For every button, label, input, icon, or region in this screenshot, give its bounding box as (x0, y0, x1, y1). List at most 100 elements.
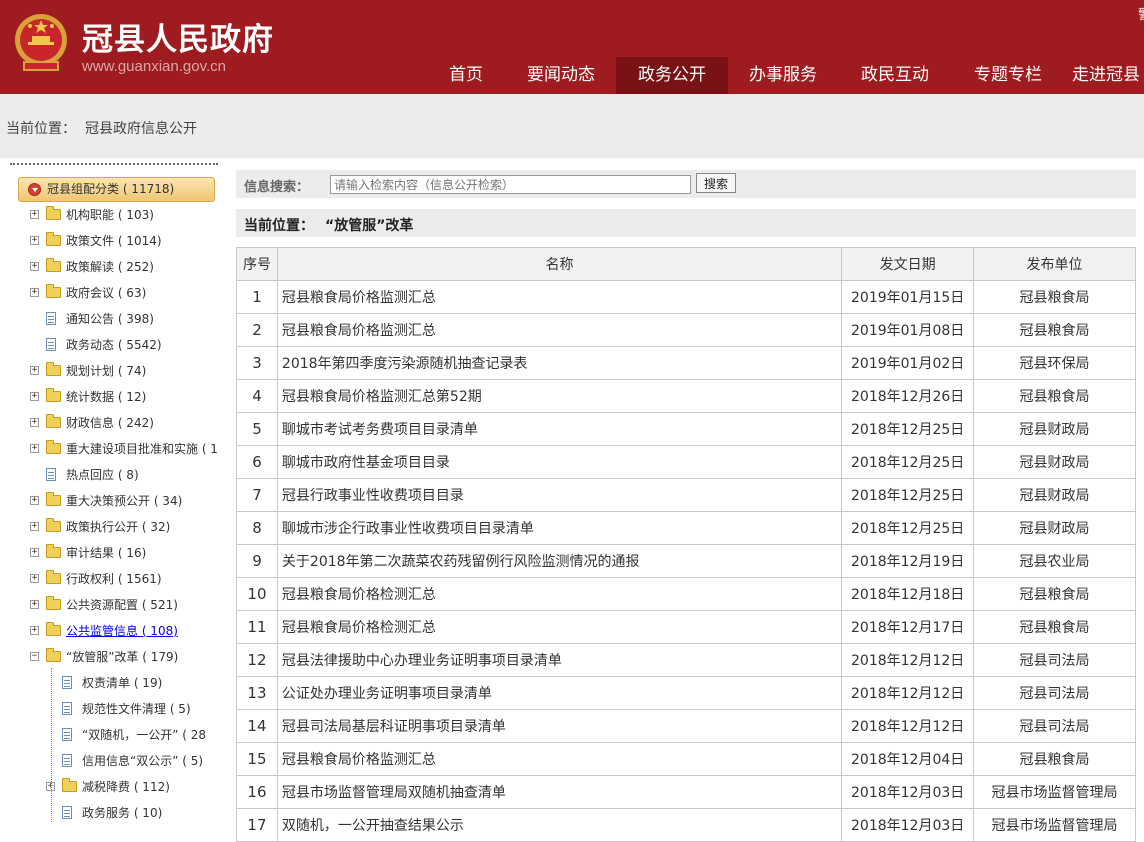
row-date: 2018年12月12日 (841, 643, 975, 677)
tree-item[interactable]: + 政策执行公开 ( 32) (10, 516, 226, 538)
tree-item[interactable]: + 重大建设项目批准和实施 ( 1 (10, 438, 226, 460)
tree-item[interactable]: + 减税降费 ( 112) (10, 776, 226, 798)
tree-item-label[interactable]: 公共监管信息 ( 108) (66, 620, 178, 642)
tree-item[interactable]: + 审计结果 ( 16) (10, 542, 226, 564)
nav-gov-affairs[interactable]: 政务公开 (616, 57, 728, 94)
tree-item-label[interactable]: 政策执行公开 ( 32) (66, 516, 170, 538)
expand-icon[interactable]: + (30, 574, 39, 583)
tree-item[interactable]: + 财政信息 ( 242) (10, 412, 226, 434)
tree-item-label[interactable]: 信用信息“双公示” ( 5) (82, 750, 203, 772)
expand-icon[interactable]: + (30, 444, 39, 453)
tree-item-label[interactable]: “放管服”改革 ( 179) (66, 646, 178, 668)
expand-icon[interactable]: + (30, 392, 39, 401)
row-title-link[interactable]: 冠县司法局基层科证明事项目录清单 (276, 709, 843, 743)
row-title-link[interactable]: 聊城市涉企行政事业性收费项目目录清单 (276, 511, 843, 545)
current-location-bar: 当前位置： “放管服”改革 (236, 209, 1136, 237)
tree-item[interactable]: + 公共资源配置 ( 521) (10, 594, 226, 616)
row-title-link[interactable]: 聊城市考试考务费项目目录清单 (276, 412, 843, 446)
expand-icon[interactable]: + (30, 548, 39, 557)
tree-item-label[interactable]: 规范性文件清理 ( 5) (82, 698, 191, 720)
tree-item[interactable]: “双随机，一公开” ( 28 (10, 724, 226, 746)
tree-item-label[interactable]: 统计数据 ( 12) (66, 386, 146, 408)
tree-item[interactable]: 通知公告 ( 398) (10, 308, 226, 330)
expand-icon[interactable]: + (30, 522, 39, 531)
tree-item[interactable]: + 政府会议 ( 63) (10, 282, 226, 304)
tree-item-label[interactable]: 减税降费 ( 112) (82, 776, 170, 798)
nav-home[interactable]: 首页 (426, 57, 506, 94)
expand-icon[interactable]: + (30, 288, 39, 297)
nav-topics[interactable]: 专题专栏 (952, 57, 1064, 94)
tree-item[interactable]: + 规划计划 ( 74) (10, 360, 226, 382)
row-title-link[interactable]: 聊城市政府性基金项目目录 (276, 445, 843, 479)
tree-item[interactable]: 信用信息“双公示” ( 5) (10, 750, 226, 772)
tree-item-label[interactable]: 规划计划 ( 74) (66, 360, 146, 382)
row-number: 5 (236, 412, 278, 446)
tree-item[interactable]: + 统计数据 ( 12) (10, 386, 226, 408)
tree-item-label[interactable]: 政策解读 ( 252) (66, 256, 154, 278)
corner-text[interactable]: 警 (1138, 4, 1144, 23)
tree-item[interactable]: + 公共监管信息 ( 108) (10, 620, 226, 642)
tree-item-label[interactable]: 政务服务 ( 10) (82, 802, 162, 823)
site-title[interactable]: 冠县人民政府 (82, 14, 274, 59)
expand-icon[interactable]: + (30, 210, 39, 219)
tree-item[interactable]: − “放管服”改革 ( 179) (10, 646, 226, 668)
search-button[interactable]: 搜索 (696, 173, 736, 193)
column-header-name: 名称 (276, 247, 843, 281)
row-title-link[interactable]: 双随机，一公开抽查结果公示 (276, 808, 843, 842)
tree-item-label[interactable]: 财政信息 ( 242) (66, 412, 154, 434)
tree-item-label[interactable]: 审计结果 ( 16) (66, 542, 146, 564)
expand-icon[interactable]: + (30, 626, 39, 635)
search-input[interactable] (330, 175, 691, 194)
row-title-link[interactable]: 公证处办理业务证明事项目录清单 (276, 676, 843, 710)
tree-item-label[interactable]: 政策文件 ( 1014) (66, 230, 162, 252)
nav-news[interactable]: 要闻动态 (506, 57, 616, 94)
row-title-link[interactable]: 冠县粮食局价格监测汇总 (276, 280, 843, 314)
tree-item[interactable]: 热点回应 ( 8) (10, 464, 226, 486)
row-title-link[interactable]: 冠县市场监督管理局双随机抽查清单 (276, 775, 843, 809)
tree-item[interactable]: 权责清单 ( 19) (10, 672, 226, 694)
tree-item[interactable]: + 行政权利 ( 1561) (10, 568, 226, 590)
row-title-link[interactable]: 冠县粮食局价格监测汇总 (276, 742, 843, 776)
row-title-link[interactable]: 关于2018年第二次蔬菜农药残留例行风险监测情况的通报 (276, 544, 843, 578)
tree-item[interactable]: 政务服务 ( 10) (10, 802, 226, 823)
expand-icon[interactable]: + (30, 496, 39, 505)
expand-icon[interactable]: + (30, 236, 39, 245)
nav-about[interactable]: 走进冠县 (1064, 57, 1144, 94)
tree-item[interactable]: 政务动态 ( 5542) (10, 334, 226, 356)
tree-item[interactable]: + 机构职能 ( 103) (10, 204, 226, 226)
table-row: 16 冠县市场监督管理局双随机抽查清单 2018年12月03日 冠县市场监督管理局 (236, 775, 1136, 809)
site-url: www.guanxian.gov.cn (82, 58, 226, 75)
tree-item-label[interactable]: 权责清单 ( 19) (82, 672, 162, 694)
tree-root[interactable]: 冠县组配分类 ( 11718) (18, 177, 215, 202)
tree-item-label[interactable]: 重大决策预公开 ( 34) (66, 490, 182, 512)
expand-icon[interactable]: + (30, 600, 39, 609)
collapse-icon[interactable]: − (30, 652, 39, 661)
breadcrumb-link[interactable]: 冠县政府信息公开 (85, 118, 197, 138)
tree-item-label[interactable]: 行政权利 ( 1561) (66, 568, 162, 590)
tree-item-label[interactable]: 热点回应 ( 8) (66, 464, 139, 486)
expand-icon[interactable]: + (30, 418, 39, 427)
row-title-link[interactable]: 冠县粮食局价格监测汇总 (276, 313, 843, 347)
tree-item-label[interactable]: 政务动态 ( 5542) (66, 334, 162, 356)
expand-icon[interactable]: + (30, 366, 39, 375)
tree-item[interactable]: 规范性文件清理 ( 5) (10, 698, 226, 720)
row-title-link[interactable]: 冠县粮食局价格监测汇总第52期 (276, 379, 843, 413)
row-title-link[interactable]: 冠县粮食局价格检测汇总 (276, 577, 843, 611)
tree-item[interactable]: + 政策解读 ( 252) (10, 256, 226, 278)
tree-item-label[interactable]: 机构职能 ( 103) (66, 204, 154, 226)
row-title-link[interactable]: 冠县法律援助中心办理业务证明事项目录清单 (276, 643, 843, 677)
row-title-link[interactable]: 冠县行政事业性收费项目目录 (276, 478, 843, 512)
tree-item-label[interactable]: 公共资源配置 ( 521) (66, 594, 178, 616)
row-title-link[interactable]: 冠县粮食局价格检测汇总 (276, 610, 843, 644)
tree-item-label[interactable]: 重大建设项目批准和实施 ( 1 (66, 438, 218, 460)
tree-item-label[interactable]: 政府会议 ( 63) (66, 282, 146, 304)
tree-item-label[interactable]: “双随机，一公开” ( 28 (82, 724, 206, 746)
nav-services[interactable]: 办事服务 (728, 57, 838, 94)
tree-item[interactable]: + 政策文件 ( 1014) (10, 230, 226, 252)
expand-icon[interactable]: + (30, 262, 39, 271)
tree-item[interactable]: + 重大决策预公开 ( 34) (10, 490, 226, 512)
tree-item-label[interactable]: 通知公告 ( 398) (66, 308, 154, 330)
nav-interaction[interactable]: 政民互动 (838, 57, 952, 94)
collapse-arrow-icon[interactable] (28, 183, 41, 196)
row-title-link[interactable]: 2018年第四季度污染源随机抽查记录表 (276, 346, 843, 380)
